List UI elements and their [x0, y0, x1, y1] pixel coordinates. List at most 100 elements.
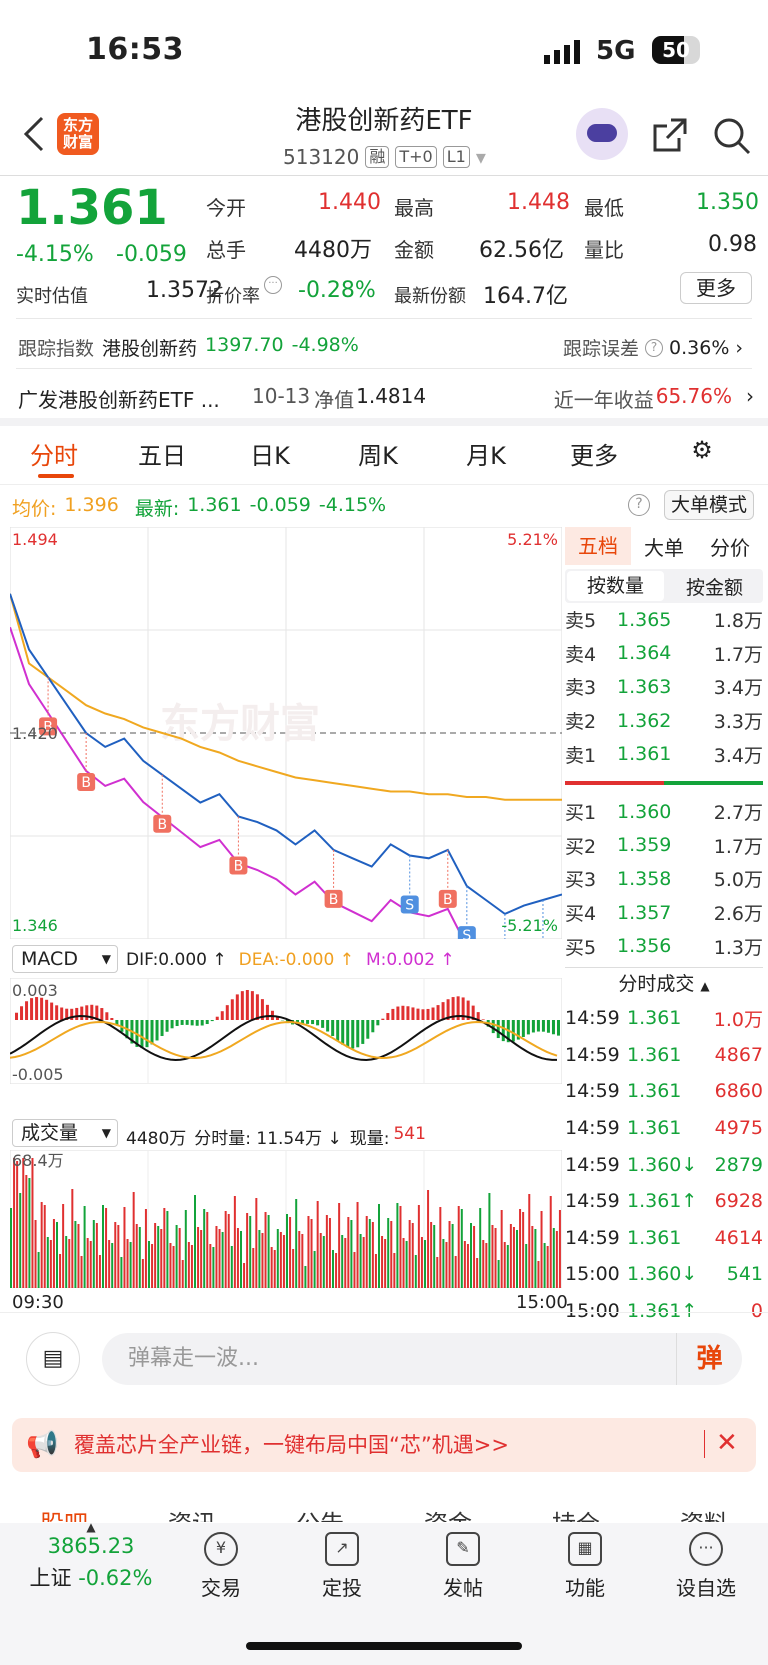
trade-row[interactable]: 14:59 1.361↑ 6928 [565, 1183, 763, 1220]
dropdown-icon[interactable]: ▾ [476, 145, 486, 169]
subtab-by-qty[interactable]: 按数量 [567, 571, 664, 601]
tab-profile[interactable]: 资料 [680, 1504, 728, 1522]
svg-text:B: B [329, 892, 339, 908]
trade-row[interactable]: 15:00 1.360↓ 541 [565, 1256, 763, 1293]
tab-price-dist[interactable]: 分价 [697, 532, 763, 561]
volume-bar [433, 1225, 436, 1288]
dropdown-icon: ▼ [101, 1126, 111, 1140]
assistant-avatar[interactable] [576, 108, 628, 160]
bid-ask-ratio-bar [565, 780, 763, 785]
macd-bar [45, 999, 49, 1020]
more-button[interactable]: 更多 [680, 272, 752, 304]
trade-row[interactable]: 14:59 1.361 4867 [565, 1037, 763, 1074]
bid-price: 1.356 [617, 935, 672, 958]
tag-l1[interactable]: L1 [442, 146, 470, 168]
tab-five-level[interactable]: 五档 [565, 527, 631, 565]
macd-bar [240, 991, 244, 1020]
fund-row[interactable]: 广发港股创新药ETF ... 10-13 净值 1.4814 近一年收益 65.… [18, 384, 754, 413]
tab-daily[interactable]: 日K [216, 436, 324, 471]
tab-weekly[interactable]: 周K [324, 436, 432, 471]
yen-icon: ¥ [204, 1532, 238, 1566]
tracking-row[interactable]: 跟踪指数 港股创新药 1397.70 -4.98% [18, 334, 359, 361]
volume-chart[interactable]: 68.4万 [10, 1150, 562, 1288]
trade-row[interactable]: 14:59 1.361 4614 [565, 1220, 763, 1257]
trade-row[interactable]: 15:00 1.361↑ 0 [565, 1293, 763, 1330]
macd-chart[interactable]: 0.003 -0.005 [10, 978, 562, 1084]
tab-monthly[interactable]: 月K [432, 436, 540, 471]
search-icon[interactable] [712, 116, 752, 156]
trade-row[interactable]: 14:59 1.360↓ 2879 [565, 1146, 763, 1183]
volume-bar [74, 1221, 77, 1288]
promo-banner[interactable]: 覆盖芯片全产业链，一键布局中国“芯”机遇>> [12, 1418, 756, 1472]
bid-row[interactable]: 买5 1.356 1.3万 [565, 929, 763, 963]
danmu-input[interactable]: 弹幕走一波... [102, 1333, 742, 1385]
volume-bar [273, 1250, 276, 1288]
subtab-by-amount[interactable]: 按金额 [666, 573, 763, 600]
bid-price: 1.358 [617, 867, 672, 890]
trade-row[interactable]: 14:59 1.361 4975 [565, 1110, 763, 1147]
share-icon[interactable] [651, 116, 689, 154]
tab-more[interactable]: 更多 [540, 436, 648, 471]
discount-value: -0.28% [298, 278, 376, 303]
index-ticker[interactable]: ▲ 3865.23 上证 -0.62% [16, 1520, 166, 1592]
tab-news[interactable]: 资讯 [168, 1504, 216, 1522]
danmu-send-button[interactable]: 弹 [676, 1333, 742, 1385]
promo-text: 覆盖芯片全产业链，一键布局中国“芯”机遇>> [74, 1433, 509, 1457]
nav-trade[interactable]: ¥ 交易 [181, 1532, 261, 1601]
bid-row[interactable]: 买3 1.358 5.0万 [565, 862, 763, 896]
ask-row[interactable]: 卖5 1.365 1.8万 [565, 603, 763, 637]
close-icon[interactable]: ✕ [716, 1428, 738, 1458]
macd-bar [361, 1020, 365, 1044]
y-top-label: 1.494 [12, 530, 58, 549]
nav-post[interactable]: ✎ 发帖 [423, 1532, 503, 1601]
trades-header[interactable]: 分时成交 ▲ [565, 968, 763, 1000]
trade-label: 14:59 [565, 1043, 620, 1066]
trade-qty: 6928 [714, 1190, 763, 1213]
volume-bar [141, 1259, 144, 1288]
nav-functions[interactable]: ▦ 功能 [545, 1532, 625, 1601]
volume-bar [325, 1215, 328, 1288]
ask-row[interactable]: 卖1 1.361 3.4万 [565, 737, 763, 771]
volume-bar [506, 1245, 509, 1288]
intraday-chart[interactable]: 东方财富 BBBBBBSSSS 1.494 1.420 1.346 5.21% … [10, 527, 562, 939]
danmu-settings-icon[interactable]: ▤ [26, 1332, 80, 1386]
nav-watchlist[interactable]: ··· 设自选 [666, 1532, 746, 1601]
y-mid-label: 1.420 [12, 724, 58, 743]
volume-bar [546, 1246, 549, 1288]
help-icon[interactable]: ? [645, 338, 664, 357]
ask-row[interactable]: 卖2 1.362 3.3万 [565, 704, 763, 738]
bid-row[interactable]: 买4 1.357 2.6万 [565, 896, 763, 930]
macd-bar [140, 1020, 144, 1049]
volume-bar [249, 1216, 252, 1288]
big-order-mode-button[interactable]: 大单模式 [664, 490, 754, 520]
info-icon[interactable]: ··· [264, 276, 282, 294]
help-icon[interactable]: ? [628, 494, 650, 516]
ask-row[interactable]: 卖4 1.364 1.7万 [565, 637, 763, 671]
volume-bar [43, 1205, 46, 1288]
tracking-error[interactable]: 跟踪误差 ? 0.36% › [563, 334, 743, 361]
battery-level: 50 [662, 38, 690, 62]
tab-capital[interactable]: 资金 [424, 1504, 472, 1522]
trade-row[interactable]: 14:59 1.361 6860 [565, 1073, 763, 1110]
nav-invest[interactable]: ↗ 定投 [302, 1532, 382, 1601]
volume-bar [405, 1241, 408, 1288]
home-indicator [246, 1642, 522, 1650]
tab-holdings[interactable]: 持仓 [552, 1504, 600, 1522]
bid-row[interactable]: 买1 1.360 2.7万 [565, 795, 763, 829]
macd-selector[interactable]: MACD ▼ [12, 945, 118, 973]
macd-bar [396, 1006, 400, 1020]
tab-big-order[interactable]: 大单 [631, 532, 697, 561]
tab-notice[interactable]: 公告 [296, 1504, 344, 1522]
macd-bar [220, 1011, 224, 1020]
ask-label: 卖3 [565, 677, 597, 700]
bid-row[interactable]: 买2 1.359 1.7万 [565, 829, 763, 863]
trade-row[interactable]: 14:59 1.361 1.0万 [565, 1000, 763, 1037]
tab-intraday[interactable]: 分时 [0, 436, 108, 471]
ask-row[interactable]: 卖3 1.363 3.4万 [565, 670, 763, 704]
macd-bar [426, 1008, 430, 1020]
last-price: 1.361 [16, 180, 168, 236]
settings-icon[interactable]: ⚙ [648, 436, 756, 471]
volume-selector[interactable]: 成交量 ▼ [12, 1119, 118, 1147]
chevron-right-icon: › [735, 336, 743, 359]
tab-5day[interactable]: 五日 [108, 436, 216, 471]
